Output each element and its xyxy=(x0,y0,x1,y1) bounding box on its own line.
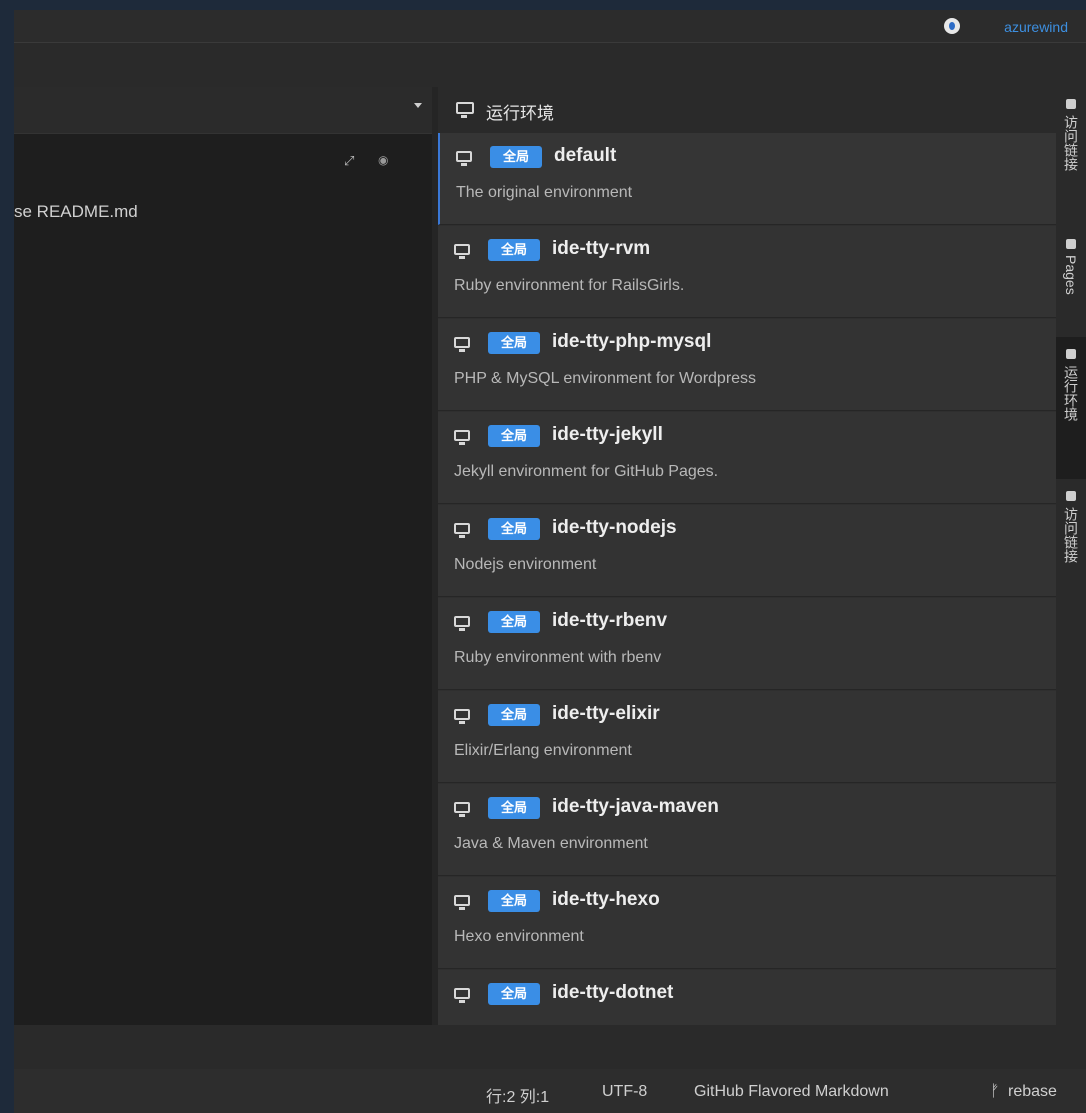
editor-pane[interactable]: ⤢ ◉ se README.md xyxy=(14,87,432,1025)
global-badge: 全局 xyxy=(488,983,540,1005)
monitor-icon xyxy=(454,244,470,259)
user-name-link[interactable]: azurewind xyxy=(1004,19,1068,35)
environment-item[interactable]: 全局 ide-tty-rbenv Ruby environment with rbe… xyxy=(438,598,1056,690)
environment-name: ide-tty-java-maven xyxy=(552,796,719,817)
environment-item[interactable]: 全局 ide-tty-jekyll Jekyll environment for G… xyxy=(438,412,1056,504)
environment-item[interactable]: 全局 ide-tty-nodejs Nodejs environment xyxy=(438,505,1056,597)
status-bar: 行:2 列:1 UTF-8 GitHub Flavored Markdown ᚠ… xyxy=(14,1069,1086,1113)
right-tab-2[interactable]: 运行环境 xyxy=(1056,337,1086,479)
environment-name: ide-tty-hexo xyxy=(552,889,660,910)
branch-name[interactable]: rebase xyxy=(1008,1083,1057,1101)
global-badge: 全局 xyxy=(488,611,540,633)
right-tab-label: Pages xyxy=(1063,255,1079,295)
environment-description: Ruby environment for RailsGirls. xyxy=(454,277,685,294)
top-bar: azurewind xyxy=(14,10,1086,43)
panel-title: 运行环境 xyxy=(486,104,554,123)
environment-description: Java & Maven environment xyxy=(454,835,648,852)
link-icon xyxy=(1066,99,1076,109)
global-badge: 全局 xyxy=(488,332,540,354)
environment-description: Jekyll environment for GitHub Pages. xyxy=(454,463,719,480)
toolbar xyxy=(14,43,1086,87)
monitor-icon xyxy=(1066,349,1076,359)
environment-item[interactable]: 全局 ide-tty-dotnet xyxy=(438,970,1056,1025)
right-tab-0[interactable]: 访问链接 xyxy=(1056,87,1086,227)
monitor-icon xyxy=(454,523,470,538)
preview-toggle-icon[interactable]: ◉ xyxy=(378,153,388,167)
environment-item[interactable]: 全局 ide-tty-java-maven Java & Maven environ… xyxy=(438,784,1056,876)
monitor-icon xyxy=(454,430,470,445)
editor-text[interactable]: se README.md xyxy=(14,202,138,222)
environment-description: PHP & MySQL environment for Wordpress xyxy=(454,370,757,387)
branch-icon: ᚠ xyxy=(990,1083,1000,1100)
environment-panel: 运行环境 全局 default The original environment 全局… xyxy=(438,87,1056,1025)
environment-name: ide-tty-dotnet xyxy=(552,982,674,1003)
environment-description: Hexo environment xyxy=(454,928,584,945)
language-mode[interactable]: GitHub Flavored Markdown xyxy=(694,1083,889,1101)
environment-name: ide-tty-php-mysql xyxy=(552,331,712,352)
environment-item[interactable]: 全局 ide-tty-rvm Ruby environment for RailsG… xyxy=(438,226,1056,318)
global-badge: 全局 xyxy=(490,146,542,168)
global-badge: 全局 xyxy=(488,425,540,447)
cursor-position[interactable]: 行:2 列:1 xyxy=(486,1083,549,1107)
bottom-panel-bar xyxy=(14,1025,1086,1069)
environment-name: ide-tty-elixir xyxy=(552,703,660,724)
global-badge: 全局 xyxy=(488,518,540,540)
environment-description: Nodejs environment xyxy=(454,556,597,573)
pages-icon xyxy=(1066,239,1076,249)
monitor-icon xyxy=(454,709,470,724)
monitor-icon xyxy=(454,802,470,817)
global-badge: 全局 xyxy=(488,704,540,726)
monitor-icon xyxy=(454,895,470,910)
monitor-icon xyxy=(454,337,470,352)
environment-item[interactable]: 全局 ide-tty-php-mysql PHP & MySQL environme… xyxy=(438,319,1056,411)
right-tab-1[interactable]: Pages xyxy=(1056,227,1086,337)
environment-item[interactable]: 全局 ide-tty-elixir Elixir/Erlang environmen… xyxy=(438,691,1056,783)
global-badge: 全局 xyxy=(488,797,540,819)
user-avatar[interactable] xyxy=(944,18,960,34)
right-tab-label: 访问链接 xyxy=(1063,115,1079,171)
environment-description: The original environment xyxy=(456,184,633,201)
environment-name: ide-tty-nodejs xyxy=(552,517,677,538)
encoding-indicator[interactable]: UTF-8 xyxy=(602,1083,647,1101)
chevron-down-icon[interactable] xyxy=(414,103,422,108)
monitor-icon xyxy=(454,988,470,1003)
right-tab-label: 运行环境 xyxy=(1063,365,1079,421)
right-tab-bar: 访问链接 Pages 运行环境 访问链接 xyxy=(1056,87,1086,1025)
edit-icon xyxy=(1066,491,1076,501)
environment-name: ide-tty-rbenv xyxy=(552,610,668,631)
environment-name: default xyxy=(554,145,617,166)
right-tab-label: 访问链接 xyxy=(1063,507,1079,563)
environment-name: ide-tty-rvm xyxy=(552,238,651,259)
right-tab-3[interactable]: 访问链接 xyxy=(1056,479,1086,619)
monitor-icon xyxy=(454,616,470,631)
editor-header xyxy=(14,87,432,134)
monitor-icon xyxy=(456,151,472,166)
environment-description: Ruby environment with rbenv xyxy=(454,649,662,666)
global-badge: 全局 xyxy=(488,239,540,261)
expand-icon[interactable]: ⤢ xyxy=(344,153,354,169)
global-badge: 全局 xyxy=(488,890,540,912)
panel-header: 运行环境 xyxy=(438,87,1056,134)
environment-item[interactable]: 全局 default The original environment xyxy=(438,133,1056,225)
environment-description: Elixir/Erlang environment xyxy=(454,742,632,759)
environment-item[interactable]: 全局 ide-tty-hexo Hexo environment xyxy=(438,877,1056,969)
environment-name: ide-tty-jekyll xyxy=(552,424,663,445)
